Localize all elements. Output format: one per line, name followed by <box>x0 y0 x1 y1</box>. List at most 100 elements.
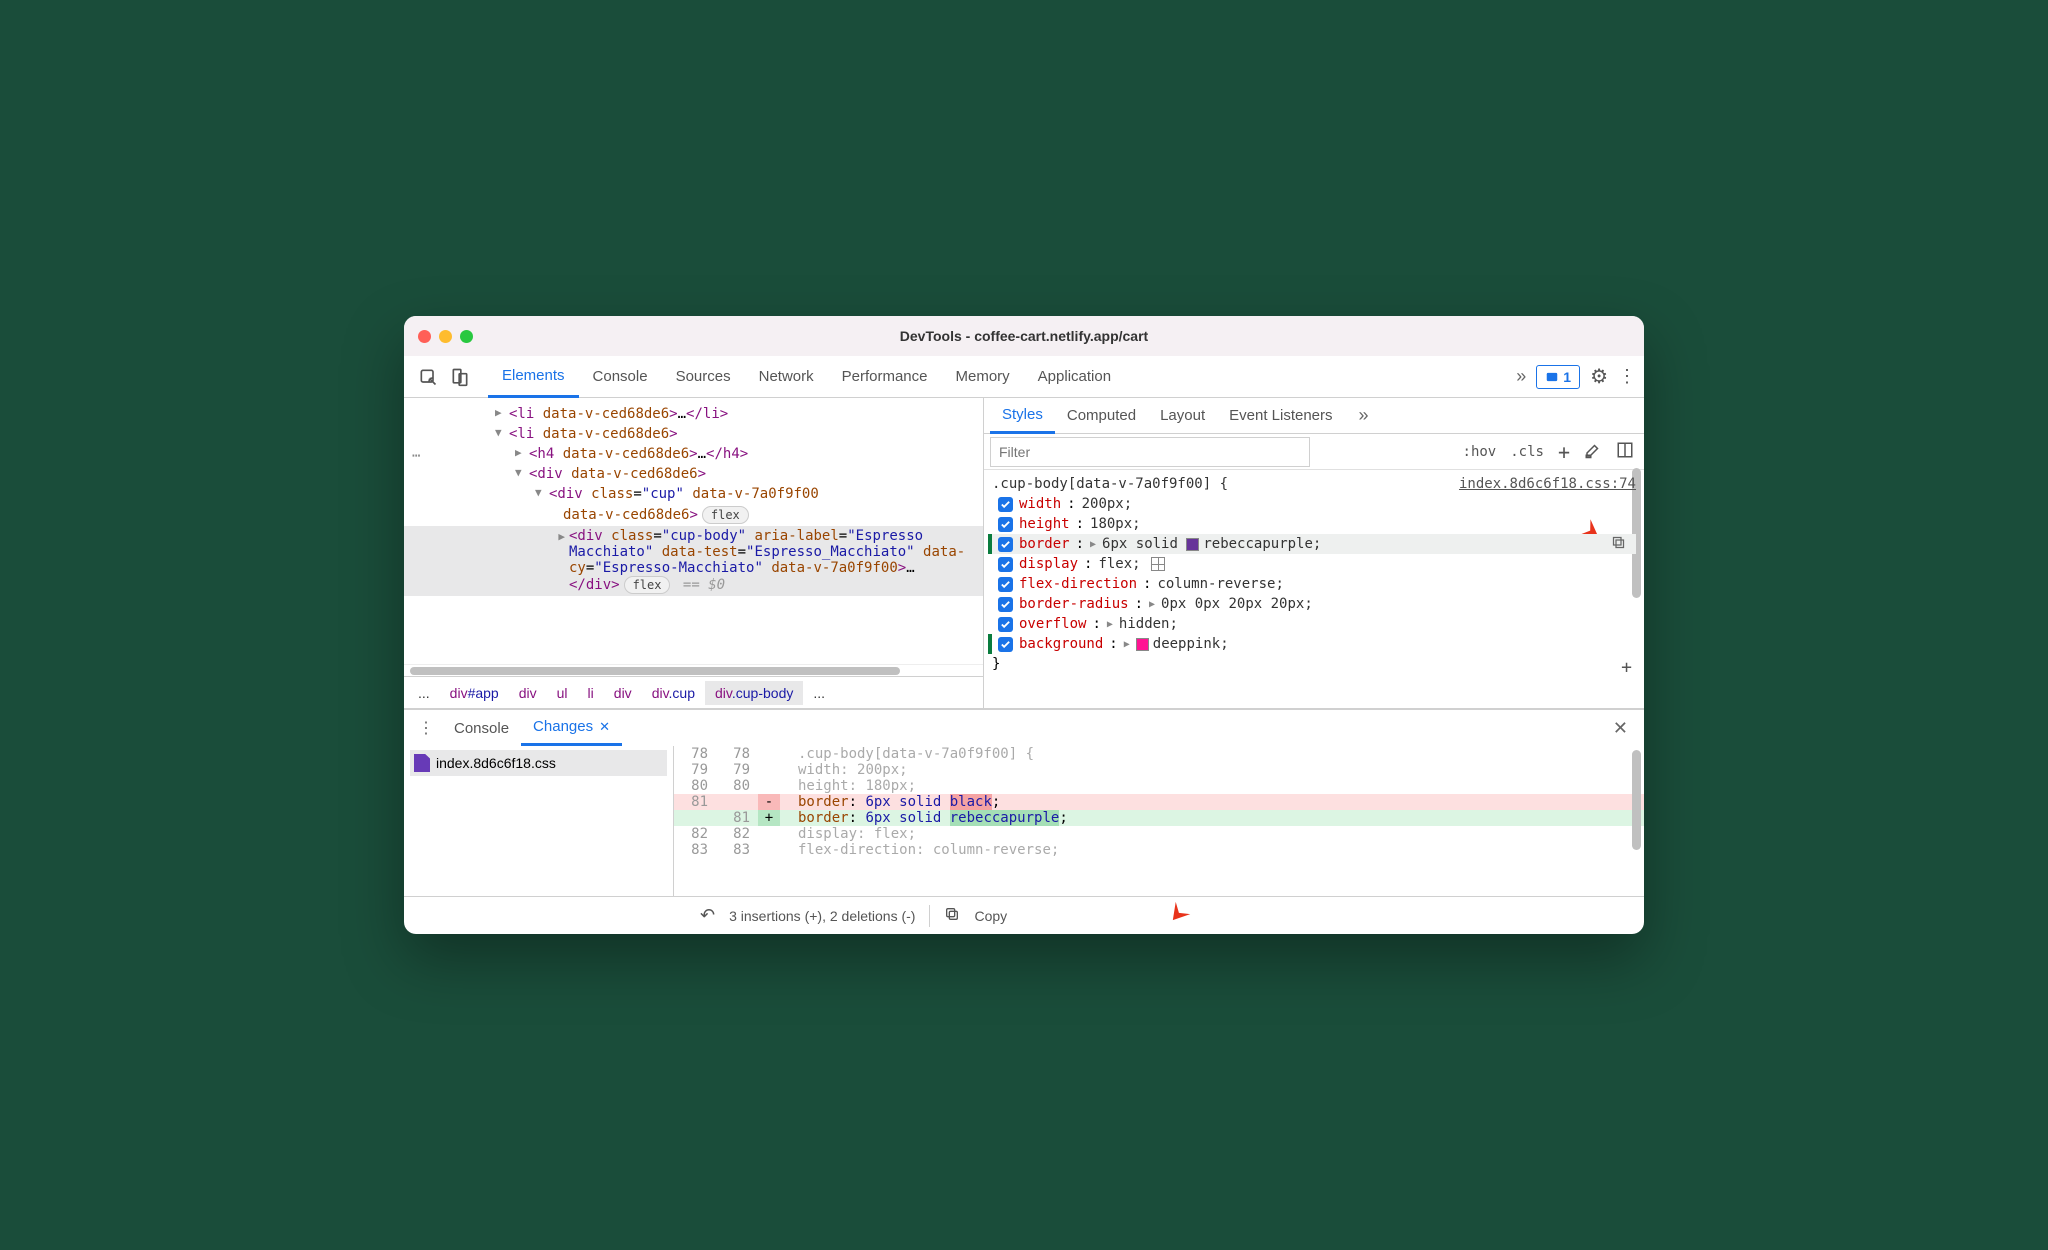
v-scrollbar[interactable] <box>1632 750 1641 850</box>
gutter-more-icon[interactable]: ⋯ <box>412 448 420 464</box>
hov-toggle[interactable]: :hov <box>1463 444 1497 460</box>
css-property[interactable]: overflow: ▶ hidden; <box>992 614 1636 634</box>
breadcrumb-item[interactable]: div <box>604 681 642 705</box>
issues-badge[interactable]: 1 <box>1536 365 1580 389</box>
selected-node[interactable]: ▶ <div class="cup-body" aria-label="Espr… <box>404 526 983 596</box>
close-drawer-icon[interactable]: ✕ <box>1603 718 1638 739</box>
toolbar-right: 1 ⚙ ⋮ <box>1516 364 1636 389</box>
kebab-menu-icon[interactable]: ⋮ <box>1618 366 1636 387</box>
tab-application[interactable]: Application <box>1024 356 1125 398</box>
more-tabs-icon[interactable] <box>1516 366 1526 387</box>
css-property[interactable]: display: flex; <box>992 554 1636 574</box>
property-checkbox[interactable] <box>998 597 1013 612</box>
new-rule-icon[interactable]: + <box>1558 440 1570 464</box>
diff-line: 8282display: flex; <box>674 826 1644 842</box>
close-window[interactable] <box>418 330 431 343</box>
brush-icon[interactable] <box>1584 441 1602 463</box>
source-link[interactable]: index.8d6c6f18.css:74 <box>1459 476 1636 492</box>
diff-view[interactable]: 7878.cup-body[data-v-7a0f9f00] {7979widt… <box>674 746 1644 896</box>
flex-editor-icon[interactable] <box>1151 557 1165 571</box>
drawer-menu-icon[interactable]: ⋮ <box>410 718 442 738</box>
cls-toggle[interactable]: .cls <box>1510 444 1544 460</box>
titlebar: DevTools - coffee-cart.netlify.app/cart <box>404 316 1644 356</box>
expand-icon[interactable]: ▶ <box>1090 539 1096 550</box>
css-property[interactable]: background: ▶ deeppink; <box>992 634 1636 654</box>
expand-icon[interactable]: ▶ <box>1149 599 1155 610</box>
computed-toggle-icon[interactable] <box>1616 441 1634 463</box>
device-toggle-icon[interactable] <box>444 361 476 393</box>
breadcrumb-item[interactable]: div#app <box>440 681 509 705</box>
drawer-footer: ↶ 3 insertions (+), 2 deletions (-) Copy <box>404 896 1644 934</box>
main-split: ⋯ ▶<li data-v-ced68de6>…</li> ▼<li data-… <box>404 398 1644 708</box>
property-checkbox[interactable] <box>998 517 1013 532</box>
h-scrollbar[interactable] <box>404 664 983 676</box>
diff-line: 8383flex-direction: column-reverse; <box>674 842 1644 858</box>
tab-elements[interactable]: Elements <box>488 356 579 398</box>
undo-icon[interactable]: ↶ <box>700 905 715 926</box>
expand-icon[interactable]: ▶ <box>1107 619 1113 630</box>
more-subtabs-icon[interactable] <box>1359 405 1369 426</box>
breadcrumb-item: ... <box>408 681 440 705</box>
tab-sources[interactable]: Sources <box>662 356 745 398</box>
add-property-icon[interactable]: + <box>1621 657 1632 678</box>
css-property[interactable]: width: 200px; <box>992 494 1636 514</box>
flex-badge[interactable]: flex <box>702 506 749 524</box>
property-checkbox[interactable] <box>998 637 1013 652</box>
expand-icon[interactable]: ▶ <box>1124 639 1130 650</box>
drawer-tab-console[interactable]: Console <box>442 710 521 746</box>
diff-line: 81+border: 6px solid rebeccapurple; <box>674 810 1644 826</box>
tab-memory[interactable]: Memory <box>942 356 1024 398</box>
css-property[interactable]: border-radius: ▶ 0px 0px 20px 20px; <box>992 594 1636 614</box>
collapse-icon[interactable]: ▶ <box>495 406 502 419</box>
breadcrumb-item[interactable]: div <box>509 681 547 705</box>
property-checkbox[interactable] <box>998 557 1013 572</box>
property-checkbox[interactable] <box>998 617 1013 632</box>
copy-icon[interactable] <box>1611 535 1626 554</box>
tab-console[interactable]: Console <box>579 356 662 398</box>
diff-line: 81-border: 6px solid black; <box>674 794 1644 810</box>
diff-line: 7979width: 200px; <box>674 762 1644 778</box>
breadcrumb-item[interactable]: ul <box>547 681 578 705</box>
main-toolbar: ElementsConsoleSourcesNetworkPerformance… <box>404 356 1644 398</box>
subtab-styles[interactable]: Styles <box>990 398 1055 434</box>
dom-tree[interactable]: ⋯ ▶<li data-v-ced68de6>…</li> ▼<li data-… <box>404 398 983 664</box>
minimize-window[interactable] <box>439 330 452 343</box>
copy-icon[interactable] <box>944 906 960 925</box>
css-property[interactable]: flex-direction: column-reverse; <box>992 574 1636 594</box>
tab-network[interactable]: Network <box>745 356 828 398</box>
sidebar-tabs: StylesComputedLayoutEvent Listeners <box>984 398 1644 434</box>
tab-performance[interactable]: Performance <box>828 356 942 398</box>
breadcrumb-item[interactable]: div.cup-body <box>705 681 803 705</box>
subtab-computed[interactable]: Computed <box>1055 398 1148 434</box>
copy-button[interactable]: Copy <box>974 908 1007 924</box>
traffic-lights <box>418 330 473 343</box>
file-item[interactable]: index.8d6c6f18.css <box>410 750 667 776</box>
css-property[interactable]: height: 180px; <box>992 514 1636 534</box>
drawer: ⋮ ConsoleChanges✕ ✕ index.8d6c6f18.css 7… <box>404 708 1644 934</box>
subtab-event-listeners[interactable]: Event Listeners <box>1217 398 1344 434</box>
inspect-icon[interactable] <box>412 361 444 393</box>
diff-line: 8080height: 180px; <box>674 778 1644 794</box>
breadcrumb-item[interactable]: div.cup <box>642 681 705 705</box>
devtools-window: DevTools - coffee-cart.netlify.app/cart … <box>404 316 1644 934</box>
diff-line: 7878.cup-body[data-v-7a0f9f00] { <box>674 746 1644 762</box>
subtab-layout[interactable]: Layout <box>1148 398 1217 434</box>
expand-icon[interactable]: ▼ <box>495 426 502 439</box>
changes-panel: index.8d6c6f18.css 7878.cup-body[data-v-… <box>404 746 1644 896</box>
filter-input[interactable] <box>990 437 1310 467</box>
css-property[interactable]: border: ▶ 6px solid rebeccapurple; <box>992 534 1636 554</box>
window-title: DevTools - coffee-cart.netlify.app/cart <box>900 328 1148 344</box>
settings-icon[interactable]: ⚙ <box>1590 364 1608 389</box>
styles-panel: StylesComputedLayoutEvent Listeners :hov… <box>984 398 1644 708</box>
zoom-window[interactable] <box>460 330 473 343</box>
breadcrumb-item[interactable]: li <box>578 681 604 705</box>
property-checkbox[interactable] <box>998 577 1013 592</box>
file-name: index.8d6c6f18.css <box>436 755 556 771</box>
drawer-tab-changes[interactable]: Changes✕ <box>521 710 622 746</box>
css-file-icon <box>414 754 430 772</box>
property-checkbox[interactable] <box>998 497 1013 512</box>
close-tab-icon[interactable]: ✕ <box>599 719 610 735</box>
filter-row: :hov .cls + <box>984 434 1644 470</box>
property-checkbox[interactable] <box>998 537 1013 552</box>
styles-body[interactable]: .cup-body[data-v-7a0f9f00] {index.8d6c6f… <box>984 470 1644 708</box>
